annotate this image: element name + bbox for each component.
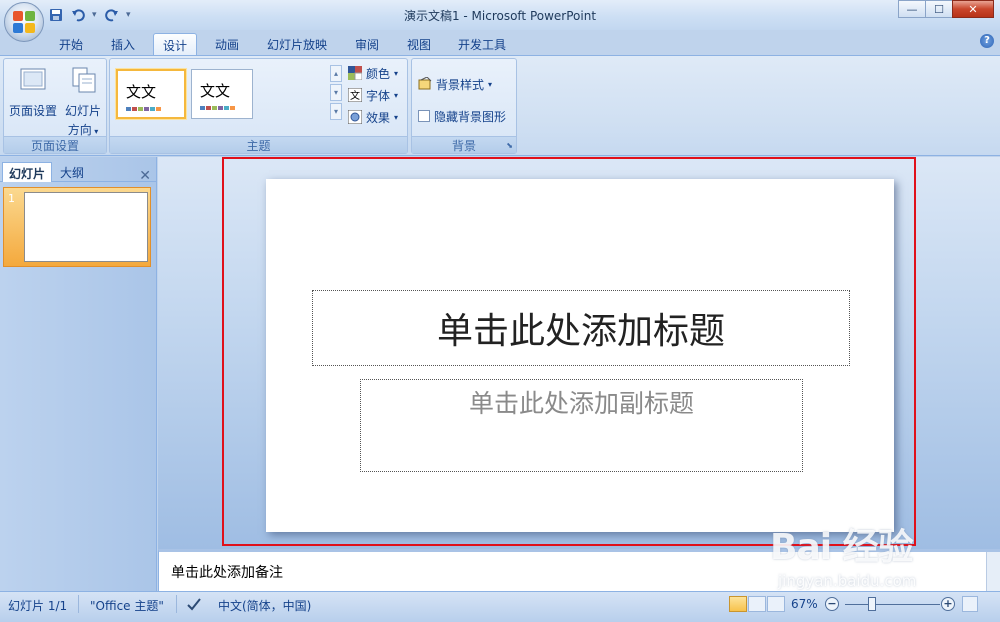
svg-text:文: 文	[350, 89, 360, 102]
minimize-button[interactable]: —	[898, 0, 926, 18]
checkbox-icon	[418, 110, 430, 122]
dialog-launcher-icon[interactable]: ⬊	[506, 141, 513, 150]
slide-thumbnail[interactable]	[24, 192, 148, 262]
theme-color-bars	[200, 106, 235, 110]
dropdown-arrow-icon: ▾	[91, 127, 99, 136]
notes-scrollbar[interactable]	[986, 552, 1000, 591]
notes-placeholder[interactable]: 单击此处添加备注	[171, 562, 283, 582]
close-icon[interactable]: ✕	[139, 168, 151, 184]
zoom-in-icon[interactable]: +	[941, 597, 955, 611]
restore-button[interactable]: ☐	[925, 0, 953, 18]
effects-icon	[348, 110, 362, 124]
gallery-more-icon[interactable]: ▾	[330, 103, 342, 120]
fonts-label: 字体	[366, 88, 391, 103]
status-divider	[78, 595, 79, 613]
ribbon: 页面设置 幻灯片 方向 ▾ 页面设置 文文 文文 ▴ ▾ ▾ 颜色 ▾ 文 字体…	[0, 55, 1000, 156]
dropdown-arrow-icon: ▾	[394, 68, 399, 78]
language-status[interactable]: 中文(简体，中国)	[218, 597, 311, 614]
dropdown-arrow-icon: ▾	[394, 112, 399, 122]
subtitle-placeholder[interactable]: 单击此处添加副标题	[360, 379, 803, 472]
title-placeholder[interactable]: 单击此处添加标题	[312, 290, 850, 366]
page-setup-label: 页面设置	[8, 104, 57, 118]
slide-orientation-button[interactable]: 幻灯片 方向 ▾	[60, 65, 106, 138]
close-button[interactable]: ✕	[952, 0, 994, 18]
group-label-background: 背景	[412, 136, 516, 153]
theme-name: "Office 主题"	[90, 599, 164, 613]
slide-count: 幻灯片 1/1	[8, 599, 68, 613]
slide-sorter-view-icon[interactable]	[748, 596, 766, 612]
office-logo-icon	[13, 11, 35, 33]
zoom-slider-track[interactable]	[845, 604, 940, 605]
tab-slideshow[interactable]: 幻灯片放映	[261, 33, 333, 55]
hide-graphics-label: 隐藏背景图形	[434, 109, 507, 124]
background-styles-icon	[418, 77, 432, 90]
help-icon[interactable]: ?	[980, 34, 994, 48]
spellcheck-icon[interactable]	[186, 597, 202, 614]
ribbon-tabs: 开始 插入 设计 动画 幻灯片放映 审阅 视图 开发工具	[0, 30, 1000, 55]
page-setup-button[interactable]: 页面设置	[8, 65, 58, 119]
theme-effects-button[interactable]: 效果 ▾	[348, 108, 398, 126]
normal-view-icon[interactable]	[729, 596, 747, 612]
dropdown-arrow-icon: ▾	[394, 90, 399, 100]
slide-canvas[interactable]: 单击此处添加标题 单击此处添加副标题	[266, 179, 894, 532]
tab-outline[interactable]: 大纲	[54, 162, 90, 182]
group-page-setup: 页面设置 幻灯片 方向 ▾ 页面设置	[3, 58, 107, 154]
gallery-up-icon[interactable]: ▴	[330, 65, 342, 82]
orientation-label-2: 方向	[67, 123, 92, 137]
group-background: 背景样式 ▾ 隐藏背景图形 背景 ⬊	[411, 58, 517, 154]
window-title: 演示文稿1 - Microsoft PowerPoint	[403, 9, 597, 23]
dropdown-arrow-icon: ▾	[488, 79, 493, 89]
theme-color-bars	[126, 107, 161, 111]
office-button[interactable]	[4, 2, 44, 42]
slide-thumbnail-row[interactable]: 1	[3, 187, 151, 267]
slideshow-view-icon[interactable]	[767, 596, 785, 612]
page-setup-icon	[20, 68, 46, 90]
slide-number: 1	[8, 192, 15, 205]
tab-home[interactable]: 开始	[50, 33, 92, 55]
tab-animations[interactable]: 动画	[206, 33, 248, 55]
tab-design[interactable]: 设计	[153, 33, 197, 55]
theme-thumb-2[interactable]: 文文	[191, 69, 253, 119]
gallery-down-icon[interactable]: ▾	[330, 84, 342, 101]
slide-editing-area: 单击此处添加标题 单击此处添加副标题	[158, 157, 1000, 549]
group-label-page-setup: 页面设置	[4, 136, 106, 153]
tab-slides[interactable]: 幻灯片	[2, 162, 53, 182]
theme-thumb-text: 文文	[200, 82, 231, 100]
fonts-icon: 文	[348, 88, 362, 102]
slide-orientation-icon	[72, 67, 96, 93]
hide-background-graphics-checkbox[interactable]: 隐藏背景图形	[418, 107, 506, 125]
theme-gallery-scroll: ▴ ▾ ▾	[330, 65, 342, 120]
fit-to-window-icon[interactable]	[962, 596, 978, 612]
window-controls: — ☐ ✕	[898, 0, 994, 18]
group-label-themes: 主题	[110, 136, 407, 153]
status-bar: 幻灯片 1/1 "Office 主题" 中文(简体，中国) 67% − +	[0, 591, 1000, 622]
theme-thumb-office[interactable]: 文文	[116, 69, 186, 119]
tab-developer[interactable]: 开发工具	[452, 33, 512, 55]
theme-colors-button[interactable]: 颜色 ▾	[348, 64, 398, 82]
colors-icon	[348, 66, 362, 80]
slides-pane: 幻灯片 大纲 ✕ 1	[0, 157, 157, 591]
group-themes: 文文 文文 ▴ ▾ ▾ 颜色 ▾ 文 字体 ▾ 效果 ▾ 主题	[109, 58, 408, 154]
zoom-out-icon[interactable]: −	[825, 597, 839, 611]
tab-insert[interactable]: 插入	[102, 33, 144, 55]
orientation-label-1: 幻灯片	[64, 104, 101, 118]
theme-thumb-text: 文文	[126, 83, 157, 101]
zoom-level[interactable]: 67%	[791, 597, 818, 611]
effects-label: 效果	[366, 110, 391, 125]
theme-fonts-button[interactable]: 文 字体 ▾	[348, 86, 398, 104]
zoom-slider-thumb[interactable]	[868, 597, 876, 611]
tab-review[interactable]: 审阅	[346, 33, 388, 55]
tab-view[interactable]: 视图	[398, 33, 440, 55]
pane-tabs: 幻灯片 大纲 ✕	[0, 162, 157, 184]
status-divider	[176, 595, 177, 613]
colors-label: 颜色	[366, 66, 391, 81]
title-bar: ▾ ▾ 演示文稿1 - Microsoft PowerPoint — ☐ ✕	[0, 0, 1000, 30]
background-styles-label: 背景样式	[436, 77, 485, 92]
background-styles-button[interactable]: 背景样式 ▾	[418, 75, 492, 93]
notes-pane[interactable]: 单击此处添加备注	[158, 549, 1000, 591]
